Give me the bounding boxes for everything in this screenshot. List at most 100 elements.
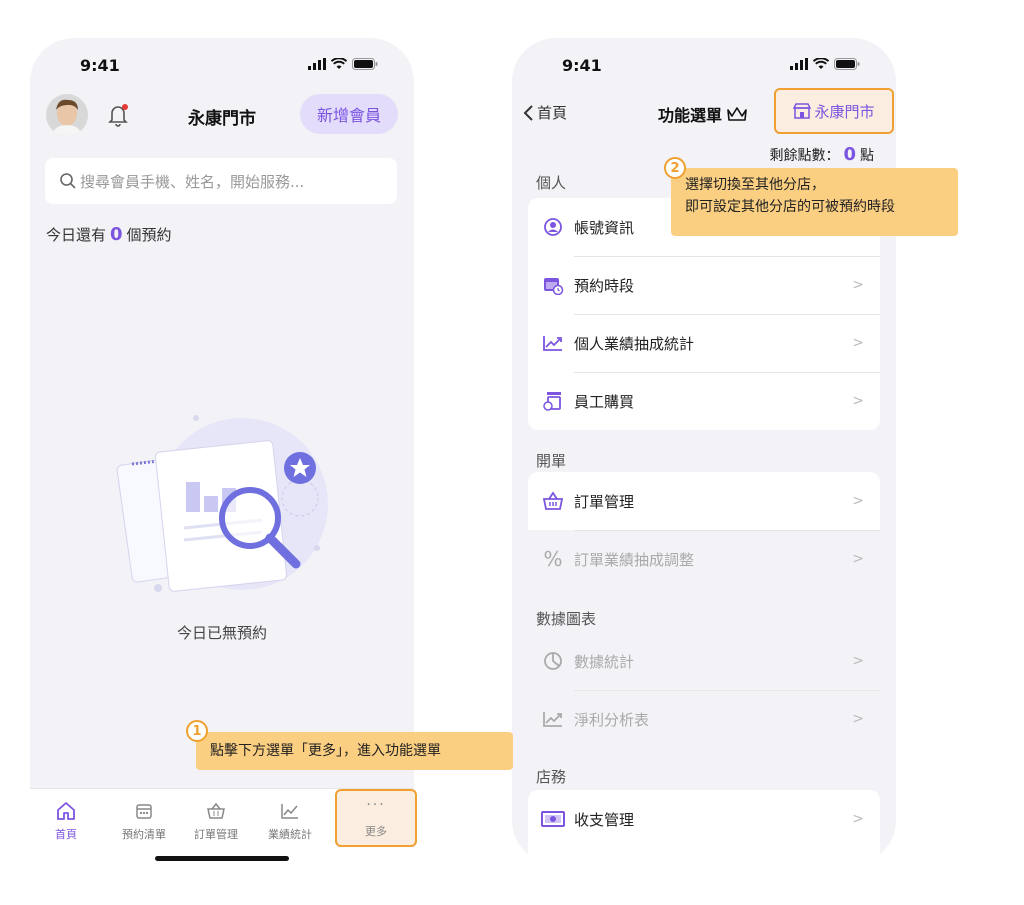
add-member-button[interactable]: 新增會員: [300, 94, 398, 134]
menu-item-net-profit: 淨利分析表 >: [528, 690, 880, 748]
chevron-right-icon: >: [852, 653, 864, 669]
store-switch-label: 永康門市: [814, 102, 875, 121]
home-icon: [57, 802, 75, 820]
chevron-right-icon: >: [852, 335, 864, 351]
step2-line1: 選擇切換至其他分店，: [685, 177, 825, 193]
tab-more-label: 更多: [365, 825, 387, 838]
trend-icon: [543, 712, 562, 727]
section-store: 收支管理 >: [528, 790, 880, 864]
more-icon: ···: [366, 797, 386, 813]
step2-badge: 2: [664, 157, 686, 179]
menu-item-data-stats: 數據統計 >: [528, 632, 880, 690]
menu-item-booking-slots[interactable]: 預約時段 >: [528, 256, 880, 314]
tab-home[interactable]: 首頁: [36, 799, 96, 842]
today-count: 0: [110, 224, 123, 245]
chart-icon: [281, 804, 298, 819]
chevron-right-icon: >: [852, 551, 864, 567]
chevron-right-icon: >: [852, 711, 864, 727]
step1-badge: 1: [186, 720, 208, 742]
step1-callout: 點擊下方選單「更多」，進入功能選單: [196, 732, 513, 770]
points-label: 剩餘點數：: [769, 147, 840, 164]
menu-item-label: 預約時段: [574, 276, 635, 295]
section-orders: 訂單管理 > % 訂單業績抽成調整 >: [528, 472, 880, 588]
menu-screen: 9:41 首頁 功能選單 永康門市 剩餘點數： 0 點 個人 帳號資訊 > 預約…: [512, 38, 896, 864]
battery-icon: [352, 58, 378, 70]
menu-item-label: 收支管理: [574, 810, 635, 829]
status-bar: 9:41: [30, 38, 414, 88]
menu-item-label: 帳號資訊: [574, 218, 635, 237]
status-icons-2: [790, 58, 860, 70]
menu-item-income-expense[interactable]: 收支管理 >: [528, 790, 880, 848]
points-value: 0: [843, 144, 856, 165]
back-label: 首頁: [537, 104, 568, 122]
points-unit: 點: [860, 147, 874, 164]
search-placeholder: 搜尋會員手機、姓名，開始服務...: [80, 172, 305, 191]
empty-state-text: 今日已無預約: [176, 624, 267, 642]
status-icons: [308, 58, 378, 70]
today-prefix: 今日還有: [46, 226, 107, 244]
menu-item-staff-purchase[interactable]: 員工購買 >: [528, 372, 880, 430]
calendar-clock-icon: [544, 278, 564, 295]
search-icon: [60, 173, 76, 189]
menu-item-label: 訂單管理: [574, 492, 635, 511]
points-display: 剩餘點數： 0 點: [769, 144, 874, 165]
tab-more[interactable]: ··· 更多: [335, 789, 417, 847]
section-data: 數據統計 > 淨利分析表 >: [528, 632, 880, 748]
pie-icon: [544, 652, 562, 670]
calendar-icon: [136, 804, 152, 819]
menu-item-label: 員工購買: [574, 392, 635, 411]
chevron-right-icon: >: [852, 811, 864, 827]
status-time-2: 9:41: [562, 56, 602, 75]
chevron-right-icon: >: [852, 493, 864, 509]
signal-icon: [790, 58, 808, 70]
step2-line2: 即可設定其他分店的可被預約時段: [685, 199, 895, 215]
cash-icon: [541, 811, 565, 827]
staff-purchase-icon: [543, 392, 561, 411]
home-indicator: [155, 856, 289, 861]
status-time: 9:41: [80, 56, 120, 75]
today-appointments: 今日還有 0 個預約: [46, 224, 172, 245]
menu-item-commission-adjust: % 訂單業績抽成調整 >: [528, 530, 880, 588]
step1-text: 點擊下方選單「更多」，進入功能選單: [210, 743, 441, 759]
step2-callout: 選擇切換至其他分店， 即可設定其他分店的可被預約時段: [671, 168, 958, 236]
page-title-menu: 功能選單: [658, 102, 748, 126]
menu-item-label: 訂單業績抽成調整: [574, 550, 695, 569]
store-switch-button[interactable]: 永康門市: [774, 88, 894, 134]
percent-icon: %: [543, 547, 563, 571]
battery-icon: [834, 58, 860, 70]
user-circle-icon: [544, 218, 562, 236]
menu-item-personal-commission[interactable]: 個人業績抽成統計 >: [528, 314, 880, 372]
section-label-data: 數據圖表: [536, 610, 597, 628]
menu-item-order-management[interactable]: 訂單管理 >: [528, 472, 880, 530]
trend-icon: [543, 336, 562, 351]
basket-icon: [207, 802, 225, 819]
signal-icon: [308, 58, 326, 70]
menu-title-text: 功能選單: [658, 106, 723, 125]
tab-appointments-label: 預約清單: [122, 828, 166, 841]
section-label-personal: 個人: [536, 174, 567, 192]
store-icon: [793, 103, 812, 119]
menu-item-label: 個人業績抽成統計: [574, 334, 695, 353]
basket-icon: [542, 491, 564, 510]
tab-performance[interactable]: 業績統計: [260, 799, 320, 842]
chevron-left-icon: [523, 104, 533, 121]
menu-item-label: 數據統計: [574, 652, 635, 671]
section-label-store: 店務: [536, 768, 567, 786]
tab-home-label: 首頁: [55, 828, 77, 841]
section-label-orders: 開單: [536, 452, 567, 470]
tab-orders-label: 訂單管理: [194, 828, 238, 841]
tab-orders[interactable]: 訂單管理: [186, 799, 246, 842]
today-suffix: 個預約: [126, 226, 172, 244]
tab-performance-label: 業績統計: [268, 828, 312, 841]
tab-appointments[interactable]: 預約清單: [114, 799, 174, 842]
search-input[interactable]: 搜尋會員手機、姓名，開始服務...: [45, 158, 397, 204]
wifi-icon: [331, 58, 347, 69]
wifi-icon: [813, 58, 829, 69]
chevron-right-icon: >: [852, 393, 864, 409]
empty-illustration: [112, 406, 342, 620]
menu-item-label: 淨利分析表: [574, 710, 650, 729]
status-bar-2: 9:41: [512, 38, 896, 88]
chevron-right-icon: >: [852, 277, 864, 293]
back-button[interactable]: 首頁: [522, 102, 567, 123]
crown-icon: [727, 107, 747, 121]
